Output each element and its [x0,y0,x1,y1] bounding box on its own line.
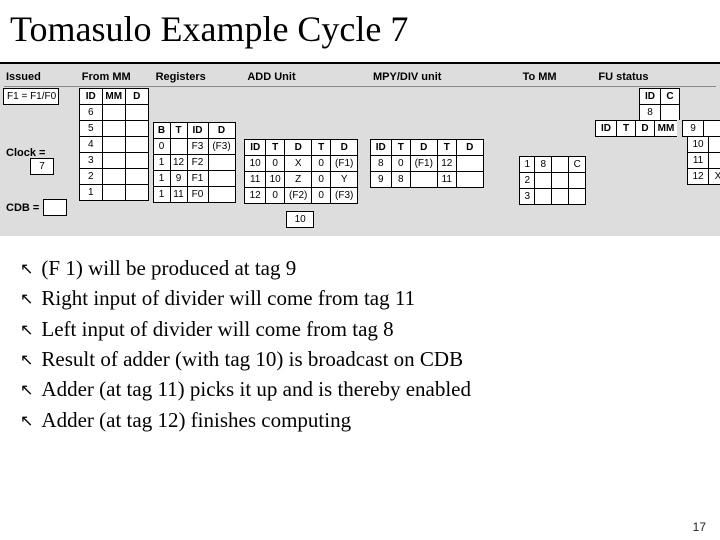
mm-h0: ID [79,88,103,105]
arrow-icon: ↖ [20,380,33,402]
bullet-item: ↖Adder (at tag 11) picks it up and is th… [20,375,700,403]
hdr-add-unit: ADD Unit [245,70,371,84]
hdr-registers: Registers [154,70,246,84]
arrow-icon: ↖ [20,411,33,433]
cdb-value [43,199,67,216]
bullet-item: ↖Result of adder (with tag 10) is broadc… [20,345,700,373]
issued-column: F1 = F1/F0 Clock = 7 CDB = [4,89,80,228]
mm-h2: D [125,88,149,105]
column-headers: Issued From MM Registers ADD Unit MPY/DI… [4,70,716,87]
bullet-item: ↖(F 1) will be produced at tag 9 [20,254,700,282]
hdr-fu-status: FU status [596,70,716,84]
slide-title: Tomasulo Example Cycle 7 [0,0,720,64]
registers-column: B T ID D 0F3(F3) 112F2 19F1 111F0 [154,89,246,228]
hdr-issued: Issued [4,70,80,84]
bullet-list: ↖(F 1) will be produced at tag 9 ↖Right … [0,236,720,434]
hdr-from-mm: From MM [80,70,154,84]
bullet-item: ↖Adder (at tag 12) finishes computing [20,406,700,434]
hdr-mpy-unit: MPY/DIV unit [371,70,521,84]
clock-value: 7 [30,158,54,175]
hdr-to-mm: To MM [521,70,597,84]
bullet-item: ↖Left input of divider will come from ta… [20,315,700,343]
arrow-icon: ↖ [20,350,33,372]
add-unit-column: ID T D T D 100X0(F1) 1110Z0Y 120(F2)0(F3… [245,89,371,228]
fu-status-column: ID C 8 ID T D MM 9 10 11 12X [596,89,716,228]
from-mm-column: ID MM D 6 5 4 3 2 1 [80,89,154,228]
page-number: 17 [693,520,706,534]
to-mm-column: 18C 2 3 [520,89,596,228]
arrow-icon: ↖ [20,259,33,281]
mpy-unit-column: ID T D T D 80(F1)12 9811 [371,89,521,228]
arrow-icon: ↖ [20,320,33,342]
add-out: 10 [286,211,314,228]
arrow-icon: ↖ [20,289,33,311]
issued-expr: F1 = F1/F0 [3,88,59,105]
tomasulo-diagram: Issued From MM Registers ADD Unit MPY/DI… [0,64,720,236]
bullet-item: ↖Right input of divider will come from t… [20,284,700,312]
cdb-label: CDB = [4,202,44,214]
mm-h1: MM [102,88,126,105]
